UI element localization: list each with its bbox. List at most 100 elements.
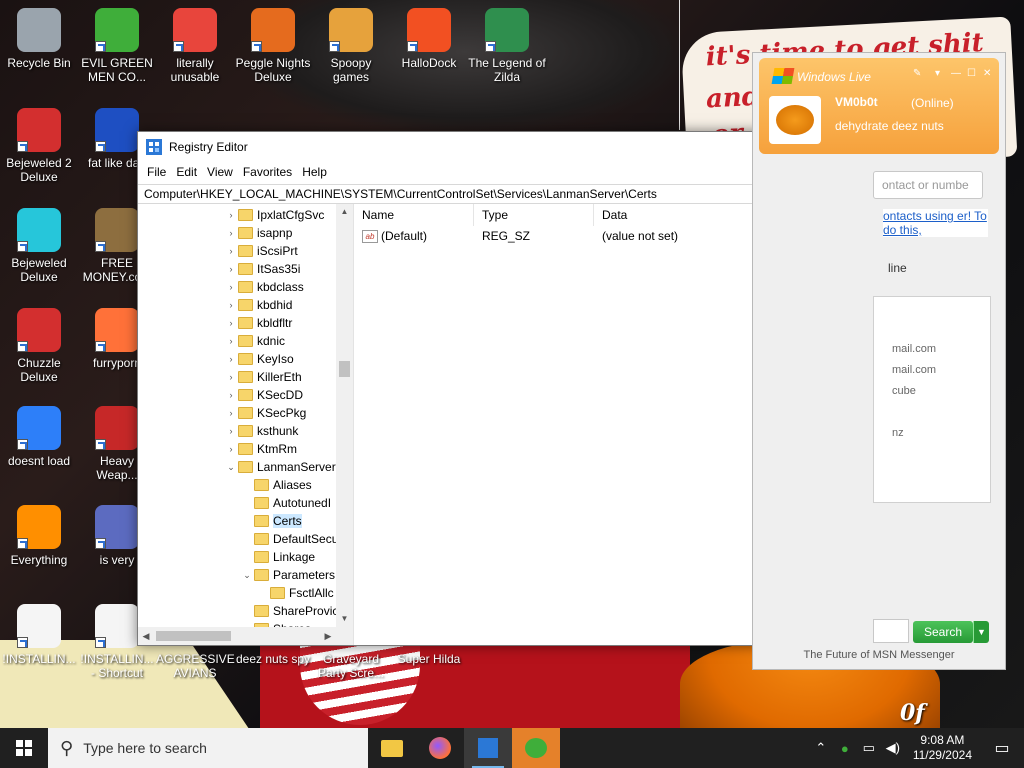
expand-chevron-icon[interactable]: › [224, 336, 238, 346]
messenger-minimize-button[interactable]: — [951, 68, 961, 79]
contact-search-input[interactable]: ontact or numbe [873, 171, 983, 199]
scroll-up-icon[interactable]: ▲ [336, 204, 353, 220]
messenger-close-button[interactable]: ✕ [983, 68, 991, 79]
contact-item[interactable]: cube [892, 385, 916, 397]
messenger-window[interactable]: Windows Live ✎ ▾ — ☐ ✕ VM0b0t (Online) d… [752, 52, 1006, 670]
tree-item[interactable]: ShareProvic [240, 602, 338, 620]
desktop-icon[interactable]: !INSTALLIN... [0, 604, 78, 666]
desktop-icon[interactable]: The Legend of Zilda [468, 8, 546, 84]
tree-item[interactable]: › kbdclass [224, 278, 304, 296]
tree-item[interactable]: Certs [240, 512, 302, 530]
scroll-right-icon[interactable]: ▶ [320, 627, 336, 645]
desktop-icon[interactable]: HalloDock [390, 8, 468, 70]
tree-item[interactable]: Aliases [240, 476, 312, 494]
tree-item[interactable]: › ksthunk [224, 422, 299, 440]
tree-item[interactable]: ⌄ LanmanServer [224, 458, 336, 476]
tree-horizontal-scrollbar[interactable]: ◀ ▶ [138, 627, 353, 645]
tree-item[interactable]: › KtmRm [224, 440, 298, 458]
menu-help[interactable]: Help [297, 165, 332, 179]
tree-item[interactable]: FsctlAllc [256, 584, 334, 602]
online-group-label[interactable]: line [888, 261, 907, 275]
tree-vertical-scrollbar[interactable]: ▲ ▼ [336, 204, 353, 627]
tree-item[interactable]: › kdnic [224, 332, 286, 350]
expand-chevron-icon[interactable]: ⌄ [240, 570, 254, 581]
key-tree-pane[interactable]: ›SharesShareProvicFsctlAllc⌄ParametersLi… [138, 204, 354, 645]
desktop-icon[interactable]: Everything [0, 505, 78, 567]
desktop-icon[interactable]: EVIL GREEN MEN CO... [78, 8, 156, 84]
avatar[interactable] [769, 96, 821, 144]
tree-item[interactable]: › iScsiPrt [224, 242, 298, 260]
personal-message[interactable]: dehydrate deez nuts [835, 119, 944, 133]
messenger-settings-icon[interactable]: ✎ [913, 68, 921, 79]
tree-item[interactable]: › ItSas35i [224, 260, 301, 278]
scroll-left-icon[interactable]: ◀ [138, 627, 154, 645]
messenger-maximize-button[interactable]: ☐ [967, 68, 976, 79]
column-type[interactable]: Type [474, 204, 594, 226]
messenger-tray-icon[interactable]: ● [833, 741, 857, 756]
menu-file[interactable]: File [142, 165, 171, 179]
volume-icon[interactable]: ◀) [881, 740, 905, 756]
expand-chevron-icon[interactable]: › [224, 210, 238, 220]
expand-chevron-icon[interactable]: › [224, 228, 238, 238]
contact-list[interactable]: mail.com mail.com cube nz [873, 296, 991, 503]
expand-chevron-icon[interactable]: › [224, 282, 238, 292]
expand-chevron-icon[interactable]: › [224, 390, 238, 400]
messenger-menu-icon[interactable]: ▾ [935, 68, 940, 79]
web-search-input[interactable] [873, 619, 909, 643]
contact-item[interactable]: mail.com [892, 364, 936, 376]
username[interactable]: VM0b0t [835, 95, 878, 109]
taskbar-file-explorer[interactable] [368, 728, 416, 768]
tree-item[interactable]: › kbldfltr [224, 314, 293, 332]
desktop-icon[interactable]: Recycle Bin [0, 8, 78, 70]
contact-item[interactable]: nz [892, 427, 904, 439]
expand-chevron-icon[interactable]: › [224, 264, 238, 274]
tree-item[interactable]: ⌄ Parameters [240, 566, 335, 584]
tree-item[interactable]: › KSecPkg [224, 404, 307, 422]
contact-item[interactable]: mail.com [892, 343, 936, 355]
start-button[interactable] [0, 728, 48, 768]
info-link[interactable]: ontacts using er! To do this, [883, 209, 988, 237]
expand-chevron-icon[interactable]: › [224, 246, 238, 256]
chevron-up-icon[interactable]: ⌃ [809, 740, 833, 756]
expand-chevron-icon[interactable]: › [224, 444, 238, 454]
desktop-icon[interactable]: Spoopy games [312, 8, 390, 84]
tree-item[interactable]: › KillerEth [224, 368, 302, 386]
taskbar-messenger[interactable] [512, 728, 560, 768]
tree-item[interactable]: › IpxlatCfgSvc [224, 206, 325, 224]
desktop-icon[interactable]: Bejeweled 2 Deluxe [0, 108, 78, 184]
taskbar-search-box[interactable]: ⚲ Type here to search [48, 728, 368, 768]
network-icon[interactable]: ▭ [857, 740, 881, 756]
expand-chevron-icon[interactable]: › [224, 408, 238, 418]
desktop-icon[interactable]: Bejeweled Deluxe [0, 208, 78, 284]
tree-item[interactable]: Linkage [240, 548, 315, 566]
tree-item[interactable]: DefaultSecu [240, 530, 338, 548]
status-text[interactable]: (Online) [911, 96, 954, 110]
desktop-icon[interactable]: doesnt load [0, 406, 78, 468]
tree-item[interactable]: › KeyIso [224, 350, 294, 368]
search-dropdown-icon[interactable]: ▼ [973, 621, 989, 643]
clock[interactable]: 9:08 AM 11/29/2024 [905, 733, 980, 763]
scroll-down-icon[interactable]: ▼ [336, 611, 353, 627]
search-button[interactable]: Search [913, 621, 973, 643]
tree-item[interactable]: AutotunedI [240, 494, 331, 512]
scroll-thumb[interactable] [339, 361, 350, 377]
expand-chevron-icon[interactable]: › [224, 372, 238, 382]
taskbar-firefox[interactable] [416, 728, 464, 768]
desktop-icon[interactable]: Chuzzle Deluxe [0, 308, 78, 384]
menu-favorites[interactable]: Favorites [238, 165, 297, 179]
menu-view[interactable]: View [202, 165, 238, 179]
expand-chevron-icon[interactable]: ⌄ [224, 462, 238, 473]
desktop-icon[interactable]: literally unusable [156, 8, 234, 84]
column-name[interactable]: Name [354, 204, 474, 226]
expand-chevron-icon[interactable]: › [224, 318, 238, 328]
expand-chevron-icon[interactable]: › [224, 426, 238, 436]
menu-edit[interactable]: Edit [171, 165, 202, 179]
notification-icon[interactable]: ▭ [980, 738, 1024, 758]
tree-item[interactable]: › kbdhid [224, 296, 293, 314]
hscroll-thumb[interactable] [156, 631, 231, 641]
tree-item[interactable]: › KSecDD [224, 386, 304, 404]
expand-chevron-icon[interactable]: › [224, 354, 238, 364]
desktop-icon[interactable]: Peggle Nights Deluxe [234, 8, 312, 84]
taskbar-regedit[interactable] [464, 728, 512, 768]
expand-chevron-icon[interactable]: › [224, 300, 238, 310]
